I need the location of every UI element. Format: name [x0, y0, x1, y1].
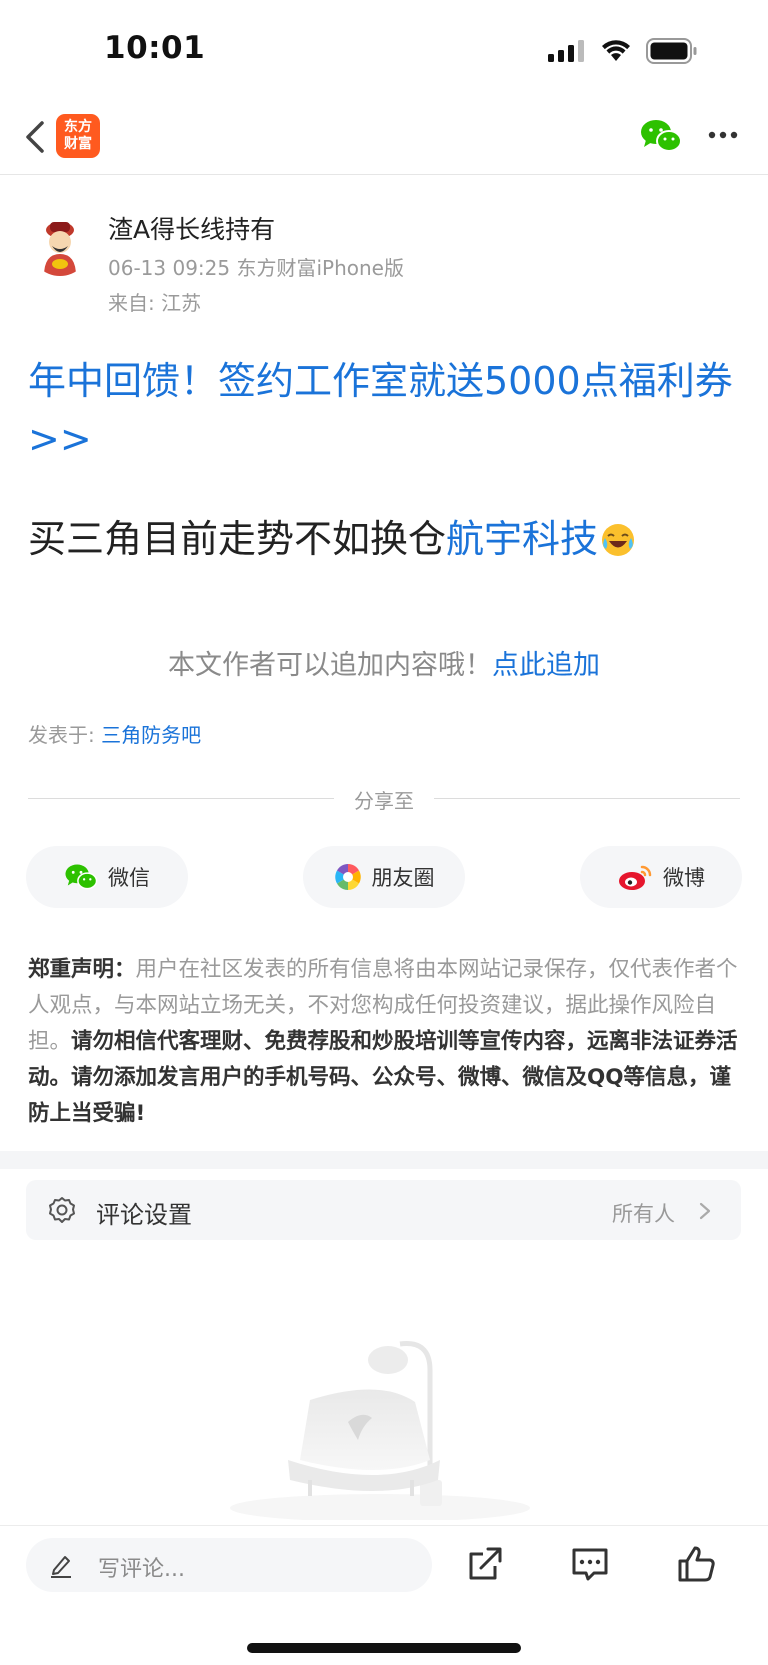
share-divider-left — [28, 798, 334, 799]
author-name[interactable]: 渣A得长线持有 — [108, 210, 275, 246]
author-avatar[interactable] — [30, 216, 90, 276]
comment-input[interactable]: 写评论... — [26, 1538, 432, 1592]
wechat-share-icon[interactable] — [640, 118, 682, 154]
share-moments-button[interactable]: 朋友圈 — [303, 846, 465, 908]
post-body: 买三角目前走势不如换仓航宇科技 — [28, 508, 636, 563]
post-meta: 06-13 09:25 东方财富iPhone版 — [108, 256, 404, 280]
app-logo: 东方 财富 — [56, 114, 100, 158]
post-body-text: 买三角目前走势不如换仓 — [28, 517, 447, 561]
wifi-icon — [602, 40, 630, 61]
cellular-signal-icon — [548, 40, 584, 62]
share-label: 分享至 — [354, 789, 414, 813]
promo-link[interactable]: 年中回馈！签约工作室就送5000点福利券>> — [28, 352, 740, 468]
disclaimer: 郑重声明：用户在社区发表的所有信息将由本网站记录保存，仅代表作者个人观点，与本网… — [28, 952, 740, 1132]
chevron-right-icon — [699, 1202, 711, 1220]
stock-link[interactable]: 航宇科技 — [446, 517, 598, 561]
back-arrow-icon[interactable] — [22, 115, 48, 159]
home-indicator — [247, 1643, 521, 1653]
share-weibo-button[interactable]: 微博 — [580, 846, 742, 908]
comment-settings-label: 评论设置 — [96, 1201, 192, 1229]
forum-link[interactable]: 三角防务吧 — [101, 723, 201, 747]
status-time: 10:01 — [104, 30, 206, 66]
comment-settings-row[interactable]: 评论设置 所有人 — [26, 1180, 741, 1240]
nav-divider — [0, 174, 768, 175]
append-tip: 本文作者可以追加内容哦！点此追加 — [168, 650, 600, 681]
comment-icon[interactable] — [570, 1544, 610, 1584]
status-icons — [548, 38, 698, 64]
weibo-icon — [619, 865, 652, 890]
more-options-icon[interactable] — [708, 131, 738, 139]
share-divider-right — [434, 798, 740, 799]
disclaimer-title: 郑重声明： — [28, 957, 136, 982]
share-wechat-button[interactable]: 微信 — [26, 846, 188, 908]
post-location: 来自: 江苏 — [108, 291, 202, 315]
thumbs-up-icon[interactable] — [676, 1544, 716, 1584]
append-content-link[interactable]: 点此追加 — [492, 650, 600, 681]
battery-icon — [646, 38, 697, 64]
comment-settings-value: 所有人 — [612, 1202, 675, 1226]
bottom-bar-divider — [0, 1525, 768, 1526]
empty-comments-illustration — [230, 1341, 530, 1520]
moments-icon — [334, 864, 361, 890]
section-separator — [0, 1151, 768, 1169]
wechat-icon — [65, 864, 98, 890]
share-icon[interactable] — [465, 1544, 505, 1584]
gear-icon — [49, 1197, 75, 1223]
pencil-icon — [51, 1556, 71, 1578]
comment-placeholder: 写评论... — [98, 1557, 185, 1582]
laughing-crying-emoji-icon — [602, 524, 635, 556]
disclaimer-warning: 请勿相信代客理财、免费荐股和炒股培训等宣传内容，远离非法证券活动。请勿添加发言用… — [28, 1029, 738, 1126]
posted-in: 发表于: 三角防务吧 — [28, 723, 202, 747]
